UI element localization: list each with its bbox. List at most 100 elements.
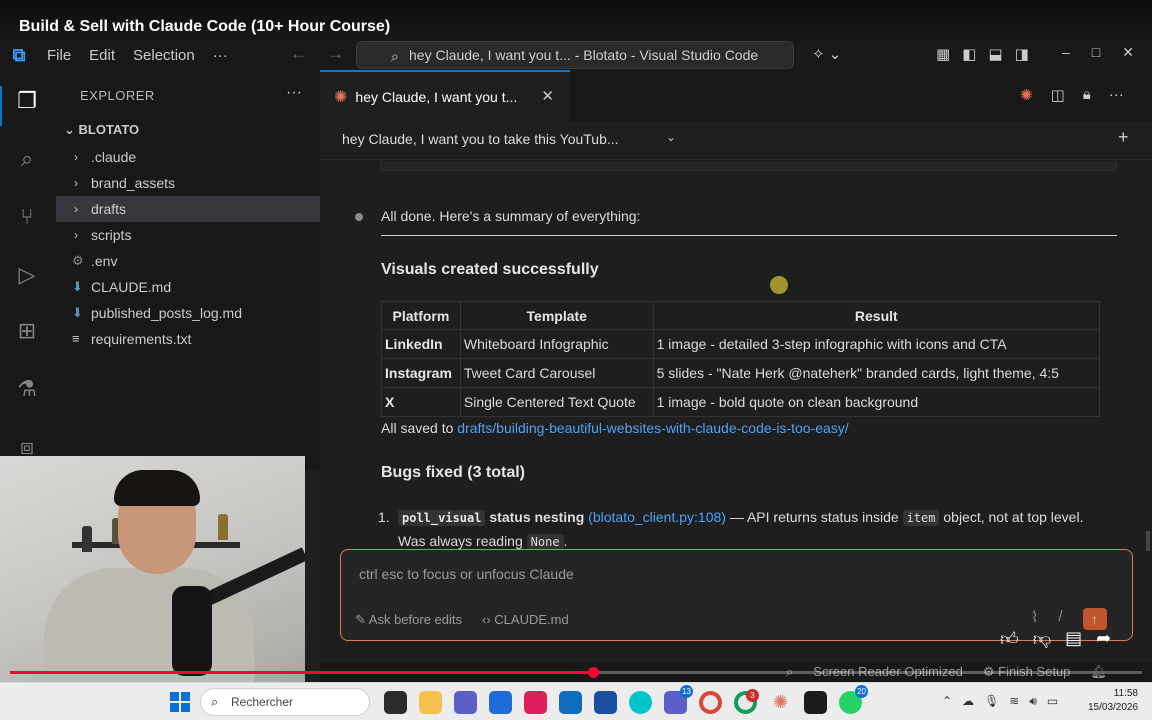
- run-debug-icon[interactable]: ▷: [12, 260, 42, 290]
- close-window-icon[interactable]: ✕: [1122, 44, 1134, 61]
- like-icon[interactable]: 👍︎: [1000, 628, 1019, 650]
- battery-icon[interactable]: ▭: [1047, 694, 1058, 709]
- markdown-icon: ⬇: [72, 279, 83, 294]
- tree-item-drafts[interactable]: › drafts: [56, 196, 320, 222]
- video-title: Build & Sell with Claude Code (10+ Hour …: [0, 0, 1152, 40]
- customize-layout-icon[interactable]: ▦: [936, 45, 950, 63]
- claude-app-icon[interactable]: ✺: [769, 691, 792, 714]
- source-control-icon[interactable]: ⑂: [12, 202, 42, 232]
- tree-item-brand-assets[interactable]: › brand_assets: [56, 170, 320, 196]
- menu-edit[interactable]: Edit: [80, 47, 124, 64]
- menu-selection[interactable]: Selection: [124, 47, 204, 64]
- split-editor-icon[interactable]: ◫: [1051, 86, 1065, 104]
- toggle-secondary-sidebar-icon[interactable]: ◨: [1015, 45, 1029, 63]
- slack-icon[interactable]: [524, 691, 547, 714]
- tab-label: hey Claude, I want you t...: [355, 89, 518, 105]
- canva-icon[interactable]: [629, 691, 652, 714]
- video-progress-knob[interactable]: [588, 667, 599, 678]
- table-cell: LinkedIn: [381, 329, 461, 359]
- message-bullet: [355, 213, 363, 221]
- command-center-text: hey Claude, I want you t... - Blotato - …: [409, 47, 759, 63]
- markdown-icon: ⬇: [72, 305, 83, 320]
- claude-spark-icon[interactable]: ✺: [1020, 86, 1033, 104]
- tree-item-scripts[interactable]: › scripts: [56, 222, 320, 248]
- windows-start-icon[interactable]: [170, 692, 190, 712]
- inline-code: item: [902, 510, 940, 526]
- workspace-root[interactable]: ⌄ BLOTATO: [64, 122, 139, 138]
- file-explorer-icon[interactable]: [419, 691, 442, 714]
- tree-item-requirements[interactable]: ≡ requirements.txt: [56, 326, 320, 352]
- visuals-heading: Visuals created successfully: [381, 261, 599, 278]
- outlook-icon[interactable]: [559, 691, 582, 714]
- prompt-placeholder: ctrl esc to focus or unfocus Claude: [359, 566, 574, 582]
- tree-item-env[interactable]: ⚙ .env: [56, 248, 320, 274]
- explorer-panel: EXPLORER ··· ⌄ BLOTATO › .claude › brand_a…: [56, 70, 320, 470]
- explorer-more-icon[interactable]: ···: [286, 84, 302, 102]
- taskbar-search-placeholder: Rechercher: [231, 695, 294, 709]
- file-link[interactable]: (blotato_client.py:108): [588, 509, 726, 525]
- tab-bar: ✺ hey Claude, I want you t... ✕ ✺ ◫ 🔒︎ ·…: [320, 70, 1152, 122]
- dislike-icon[interactable]: 👎︎: [1033, 628, 1051, 650]
- editor-area: ✺ hey Claude, I want you t... ✕ ✺ ◫ 🔒︎ ·…: [320, 70, 1152, 670]
- attach-icon[interactable]: ⌇: [1031, 608, 1038, 630]
- teams-icon[interactable]: [454, 691, 477, 714]
- comments-icon[interactable]: ▤: [1065, 628, 1082, 650]
- system-tray: ⌃ ☁ 🎙︎ ≋ 🔊︎ ▭: [942, 694, 1058, 709]
- table-header: Template: [459, 301, 654, 330]
- wifi-icon[interactable]: ≋: [1009, 694, 1019, 709]
- chrome-profile-icon[interactable]: 3: [734, 689, 759, 714]
- toggle-panel-icon[interactable]: ⬓: [988, 45, 1002, 63]
- video-progress-track[interactable]: [10, 671, 1142, 674]
- clock-time: 11:58: [1113, 688, 1138, 699]
- table-cell: 1 image - bold quote on clean background: [652, 387, 1101, 417]
- slash-command-button[interactable]: /: [1058, 608, 1062, 630]
- session-title[interactable]: hey Claude, I want you to take this YouT…: [342, 131, 619, 147]
- cloud-icon[interactable]: ☁: [962, 694, 974, 709]
- bug-title: status nesting: [489, 509, 585, 525]
- tree-item-published-log[interactable]: ⬇ published_posts_log.md: [56, 300, 320, 326]
- saved-path-link[interactable]: drafts/building-beautiful-websites-with-…: [457, 420, 848, 436]
- tab-claude-session[interactable]: ✺ hey Claude, I want you t... ✕: [320, 70, 570, 122]
- video-progress-fill: [10, 671, 599, 674]
- more-actions-icon[interactable]: ···: [1109, 86, 1124, 104]
- prompt-actions: ⌇ / ↑: [1031, 608, 1107, 630]
- taskbar-search[interactable]: ⌕ Rechercher: [200, 688, 370, 716]
- tree-item-claude[interactable]: › .claude: [56, 144, 320, 170]
- back-arrow-icon[interactable]: ←: [290, 44, 327, 63]
- tree-item-claude-md[interactable]: ⬇ CLAUDE.md: [56, 274, 320, 300]
- chat-scrollbar[interactable]: [1146, 531, 1150, 551]
- microphone-icon[interactable]: 🎙︎: [984, 694, 999, 709]
- minimize-icon[interactable]: –: [1062, 44, 1070, 61]
- store-icon[interactable]: [594, 691, 617, 714]
- capcut-icon[interactable]: [804, 691, 827, 714]
- lock-icon[interactable]: 🔒︎: [1083, 86, 1091, 104]
- toggle-sidebar-icon[interactable]: ◧: [962, 45, 976, 63]
- whatsapp-icon[interactable]: 20: [839, 685, 868, 714]
- send-icon[interactable]: ↑: [1082, 608, 1107, 630]
- context-file-chip[interactable]: ‹› CLAUDE.md: [482, 612, 569, 628]
- ask-before-edits-button[interactable]: ✎ Ask before edits: [355, 612, 462, 628]
- explorer-files-icon[interactable]: ❐: [12, 86, 42, 116]
- taskbar-clock[interactable]: 11:58 15/03/2026: [1088, 687, 1138, 715]
- chevron-up-icon[interactable]: ⌃: [942, 694, 952, 709]
- testing-flask-icon[interactable]: ⚗: [12, 374, 42, 404]
- chrome-icon[interactable]: [699, 691, 722, 714]
- new-session-icon[interactable]: +: [1118, 127, 1129, 148]
- app-icon[interactable]: [489, 691, 512, 714]
- menu-file[interactable]: File: [38, 47, 80, 64]
- close-tab-icon[interactable]: ✕: [541, 87, 554, 105]
- share-icon[interactable]: ➦: [1096, 628, 1111, 650]
- menu-more[interactable]: ···: [204, 47, 237, 64]
- teams-work-icon[interactable]: 13: [664, 685, 693, 714]
- tree-item-label: scripts: [91, 227, 132, 243]
- chevron-down-icon[interactable]: ⌄: [666, 130, 676, 144]
- command-center[interactable]: ⌕ hey Claude, I want you t... - Blotato …: [356, 41, 794, 69]
- search-view-icon[interactable]: ⌕: [12, 144, 42, 174]
- chat-menu-icon[interactable]: ✧ ⌄: [812, 45, 841, 63]
- pencil-icon: ✎: [355, 612, 369, 627]
- maximize-icon[interactable]: □: [1092, 44, 1100, 61]
- chevron-right-icon: ›: [74, 228, 78, 242]
- extensions-icon[interactable]: ⊞: [12, 316, 42, 346]
- volume-icon[interactable]: 🔊︎: [1029, 694, 1037, 709]
- task-view-icon[interactable]: [384, 691, 407, 714]
